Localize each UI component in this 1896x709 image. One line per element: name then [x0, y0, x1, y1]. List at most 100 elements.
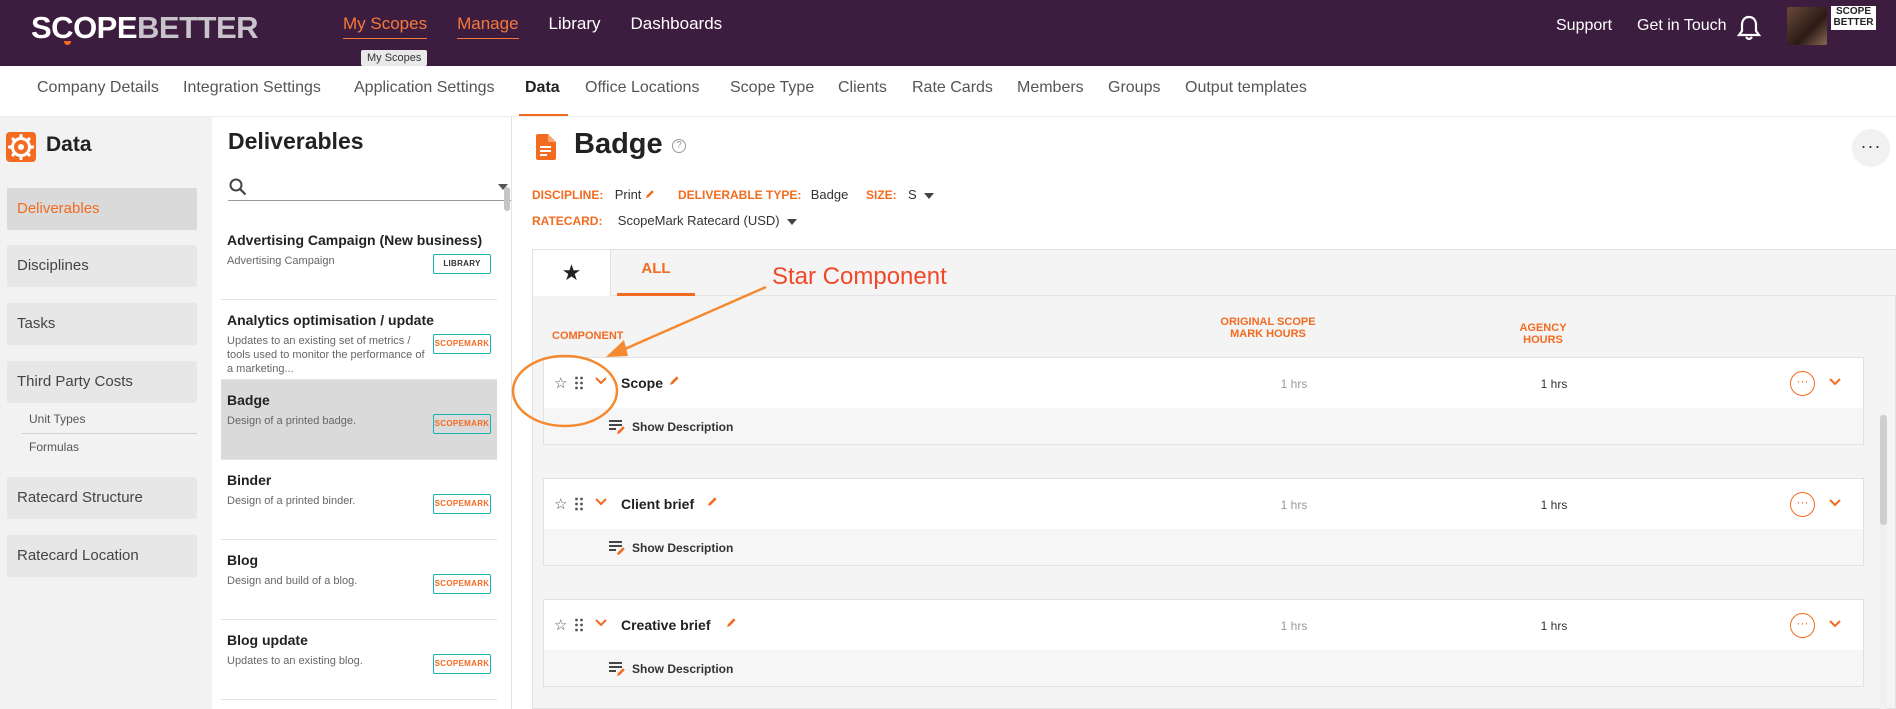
agency-hours[interactable]: 1 hrs — [1514, 498, 1594, 512]
discipline-value: Print — [614, 187, 642, 202]
tab-company-details[interactable]: Company Details — [37, 79, 159, 97]
star-outline-icon[interactable]: ☆ — [554, 616, 567, 634]
nav-dashboards[interactable]: Dashboards — [631, 14, 723, 39]
list-scroll-thumb[interactable] — [504, 187, 510, 211]
starred-tab[interactable]: ★ — [533, 250, 611, 296]
show-description-link[interactable]: Show Description — [632, 420, 733, 434]
bell-icon[interactable] — [1736, 14, 1762, 42]
original-hours: 1 hrs — [1280, 619, 1308, 633]
list-item[interactable]: Analytics optimisation / update Updates … — [221, 300, 497, 380]
nav-library[interactable]: Library — [549, 14, 601, 39]
chevron-down-icon[interactable] — [1828, 498, 1842, 508]
sidebar-title: Data — [46, 133, 92, 156]
tab-scope-type[interactable]: Scope Type — [730, 79, 814, 97]
scopemark-badge: SCOPEMARK — [433, 494, 491, 514]
search-input[interactable] — [254, 176, 474, 198]
tab-all[interactable]: ALL — [617, 258, 695, 296]
settings-tabs: Company Details Integration Settings App… — [0, 66, 1896, 117]
sidebar-item-ratecard-location[interactable]: Ratecard Location — [7, 535, 197, 577]
components-scrollbar[interactable] — [1880, 415, 1887, 709]
agency-hours[interactable]: 1 hrs — [1514, 619, 1594, 633]
list-item[interactable]: Blog update Updates to an existing blog.… — [221, 620, 497, 700]
sidebar-item-disciplines[interactable]: Disciplines — [7, 245, 197, 287]
size-field: SIZE: S — [866, 187, 935, 202]
pencil-icon[interactable] — [645, 189, 655, 199]
sidebar-item-third-party-costs[interactable]: Third Party Costs — [7, 361, 197, 403]
drag-handle-icon[interactable] — [574, 618, 584, 632]
caret-down-icon[interactable] — [924, 192, 935, 199]
agency-hours[interactable]: 1 hrs — [1514, 377, 1594, 391]
chevron-down-icon[interactable] — [1828, 619, 1842, 629]
component-description-row — [544, 529, 1863, 565]
original-hours: 1 hrs — [1280, 377, 1308, 391]
deliverable-name: Advertising Campaign (New business) — [227, 232, 483, 248]
sidebar-subitem-unit-types[interactable]: Unit Types — [29, 412, 85, 426]
help-icon[interactable]: ? — [672, 139, 686, 153]
component-filter-tabs: ★ ALL — [533, 250, 1896, 296]
show-description-link[interactable]: Show Description — [632, 541, 733, 555]
document-icon — [536, 134, 556, 160]
list-item-selected[interactable]: Badge Design of a printed badge. SCOPEMA… — [221, 380, 497, 460]
components-scroll-thumb[interactable] — [1880, 415, 1887, 525]
tab-office-locations[interactable]: Office Locations — [585, 79, 699, 97]
drag-handle-icon[interactable] — [574, 497, 584, 511]
ratecard-value[interactable]: ScopeMark Ratecard (USD) — [618, 213, 780, 228]
scopemark-badge: SCOPEMARK — [433, 334, 491, 354]
tab-rate-cards[interactable]: Rate Cards — [912, 79, 993, 97]
scopemark-badge: SCOPEMARK — [433, 654, 491, 674]
list-item[interactable]: Blog Design and build of a blog. SCOPEMA… — [221, 540, 497, 620]
deliverable-type-label: DELIVERABLE TYPE: — [678, 188, 802, 202]
primary-nav: My Scopes Manage Library Dashboards — [343, 14, 752, 39]
sidebar-item-ratecard-structure[interactable]: Ratecard Structure — [7, 477, 197, 519]
pencil-icon[interactable] — [669, 375, 680, 386]
pencil-icon[interactable] — [726, 617, 737, 628]
library-badge: LIBRARY — [433, 254, 491, 274]
chevron-down-icon[interactable] — [1828, 377, 1842, 387]
star-outline-icon[interactable]: ☆ — [554, 495, 567, 513]
size-value[interactable]: S — [908, 187, 917, 202]
caret-down-icon[interactable] — [786, 218, 797, 225]
list-item[interactable]: Binder Design of a printed binder. SCOPE… — [221, 460, 497, 540]
chevron-down-icon[interactable] — [594, 376, 608, 386]
show-description-link[interactable]: Show Description — [632, 662, 733, 676]
more-options-button[interactable]: ··· — [1852, 129, 1890, 167]
description-icon — [609, 420, 625, 434]
drag-handle-icon[interactable] — [574, 376, 584, 390]
tab-clients[interactable]: Clients — [838, 79, 887, 97]
sidebar-item-deliverables[interactable]: Deliverables — [7, 188, 197, 230]
component-description-row — [544, 408, 1863, 444]
sidebar-item-tasks[interactable]: Tasks — [7, 303, 197, 345]
deliverables-title: Deliverables — [228, 128, 364, 154]
nav-my-scopes[interactable]: My Scopes — [343, 14, 428, 39]
ratecard-label: RATECARD: — [532, 214, 603, 228]
component-row: ☆ Scope 1 hrs 1 hrs ··· Show Description — [543, 357, 1864, 445]
user-avatar[interactable] — [1787, 7, 1827, 45]
component-description-row — [544, 650, 1863, 686]
row-options-button[interactable]: ··· — [1790, 371, 1815, 396]
pencil-icon[interactable] — [707, 496, 718, 507]
nav-manage[interactable]: Manage — [457, 14, 519, 39]
scopemark-badge: SCOPEMARK — [433, 414, 491, 434]
support-link[interactable]: Support — [1556, 17, 1612, 35]
deliverable-name: Blog update — [227, 632, 308, 648]
original-hours: 1 hrs — [1280, 498, 1308, 512]
list-item[interactable]: Advertising Campaign (New business) Adve… — [221, 220, 497, 300]
tab-application-settings[interactable]: Application Settings — [354, 79, 495, 97]
description-icon — [609, 541, 625, 555]
tab-groups[interactable]: Groups — [1108, 79, 1160, 97]
row-options-button[interactable]: ··· — [1790, 613, 1815, 638]
ratecard-field: RATECARD: ScopeMark Ratecard (USD) — [532, 213, 797, 228]
chevron-down-icon[interactable] — [594, 618, 608, 628]
star-outline-icon[interactable]: ☆ — [554, 374, 567, 392]
row-options-button[interactable]: ··· — [1790, 492, 1815, 517]
list-scrollbar[interactable] — [502, 187, 510, 709]
get-in-touch-link[interactable]: Get in Touch — [1637, 17, 1727, 35]
column-header-agency-hours: AGENCY HOURS — [1519, 322, 1567, 346]
sidebar-subitem-formulas[interactable]: Formulas — [29, 440, 79, 454]
search-icon — [229, 178, 247, 196]
chevron-down-icon[interactable] — [594, 497, 608, 507]
tab-output-templates[interactable]: Output templates — [1185, 79, 1307, 97]
tab-integration-settings[interactable]: Integration Settings — [183, 79, 321, 97]
tab-data[interactable]: Data — [525, 79, 560, 97]
tab-members[interactable]: Members — [1017, 79, 1084, 97]
